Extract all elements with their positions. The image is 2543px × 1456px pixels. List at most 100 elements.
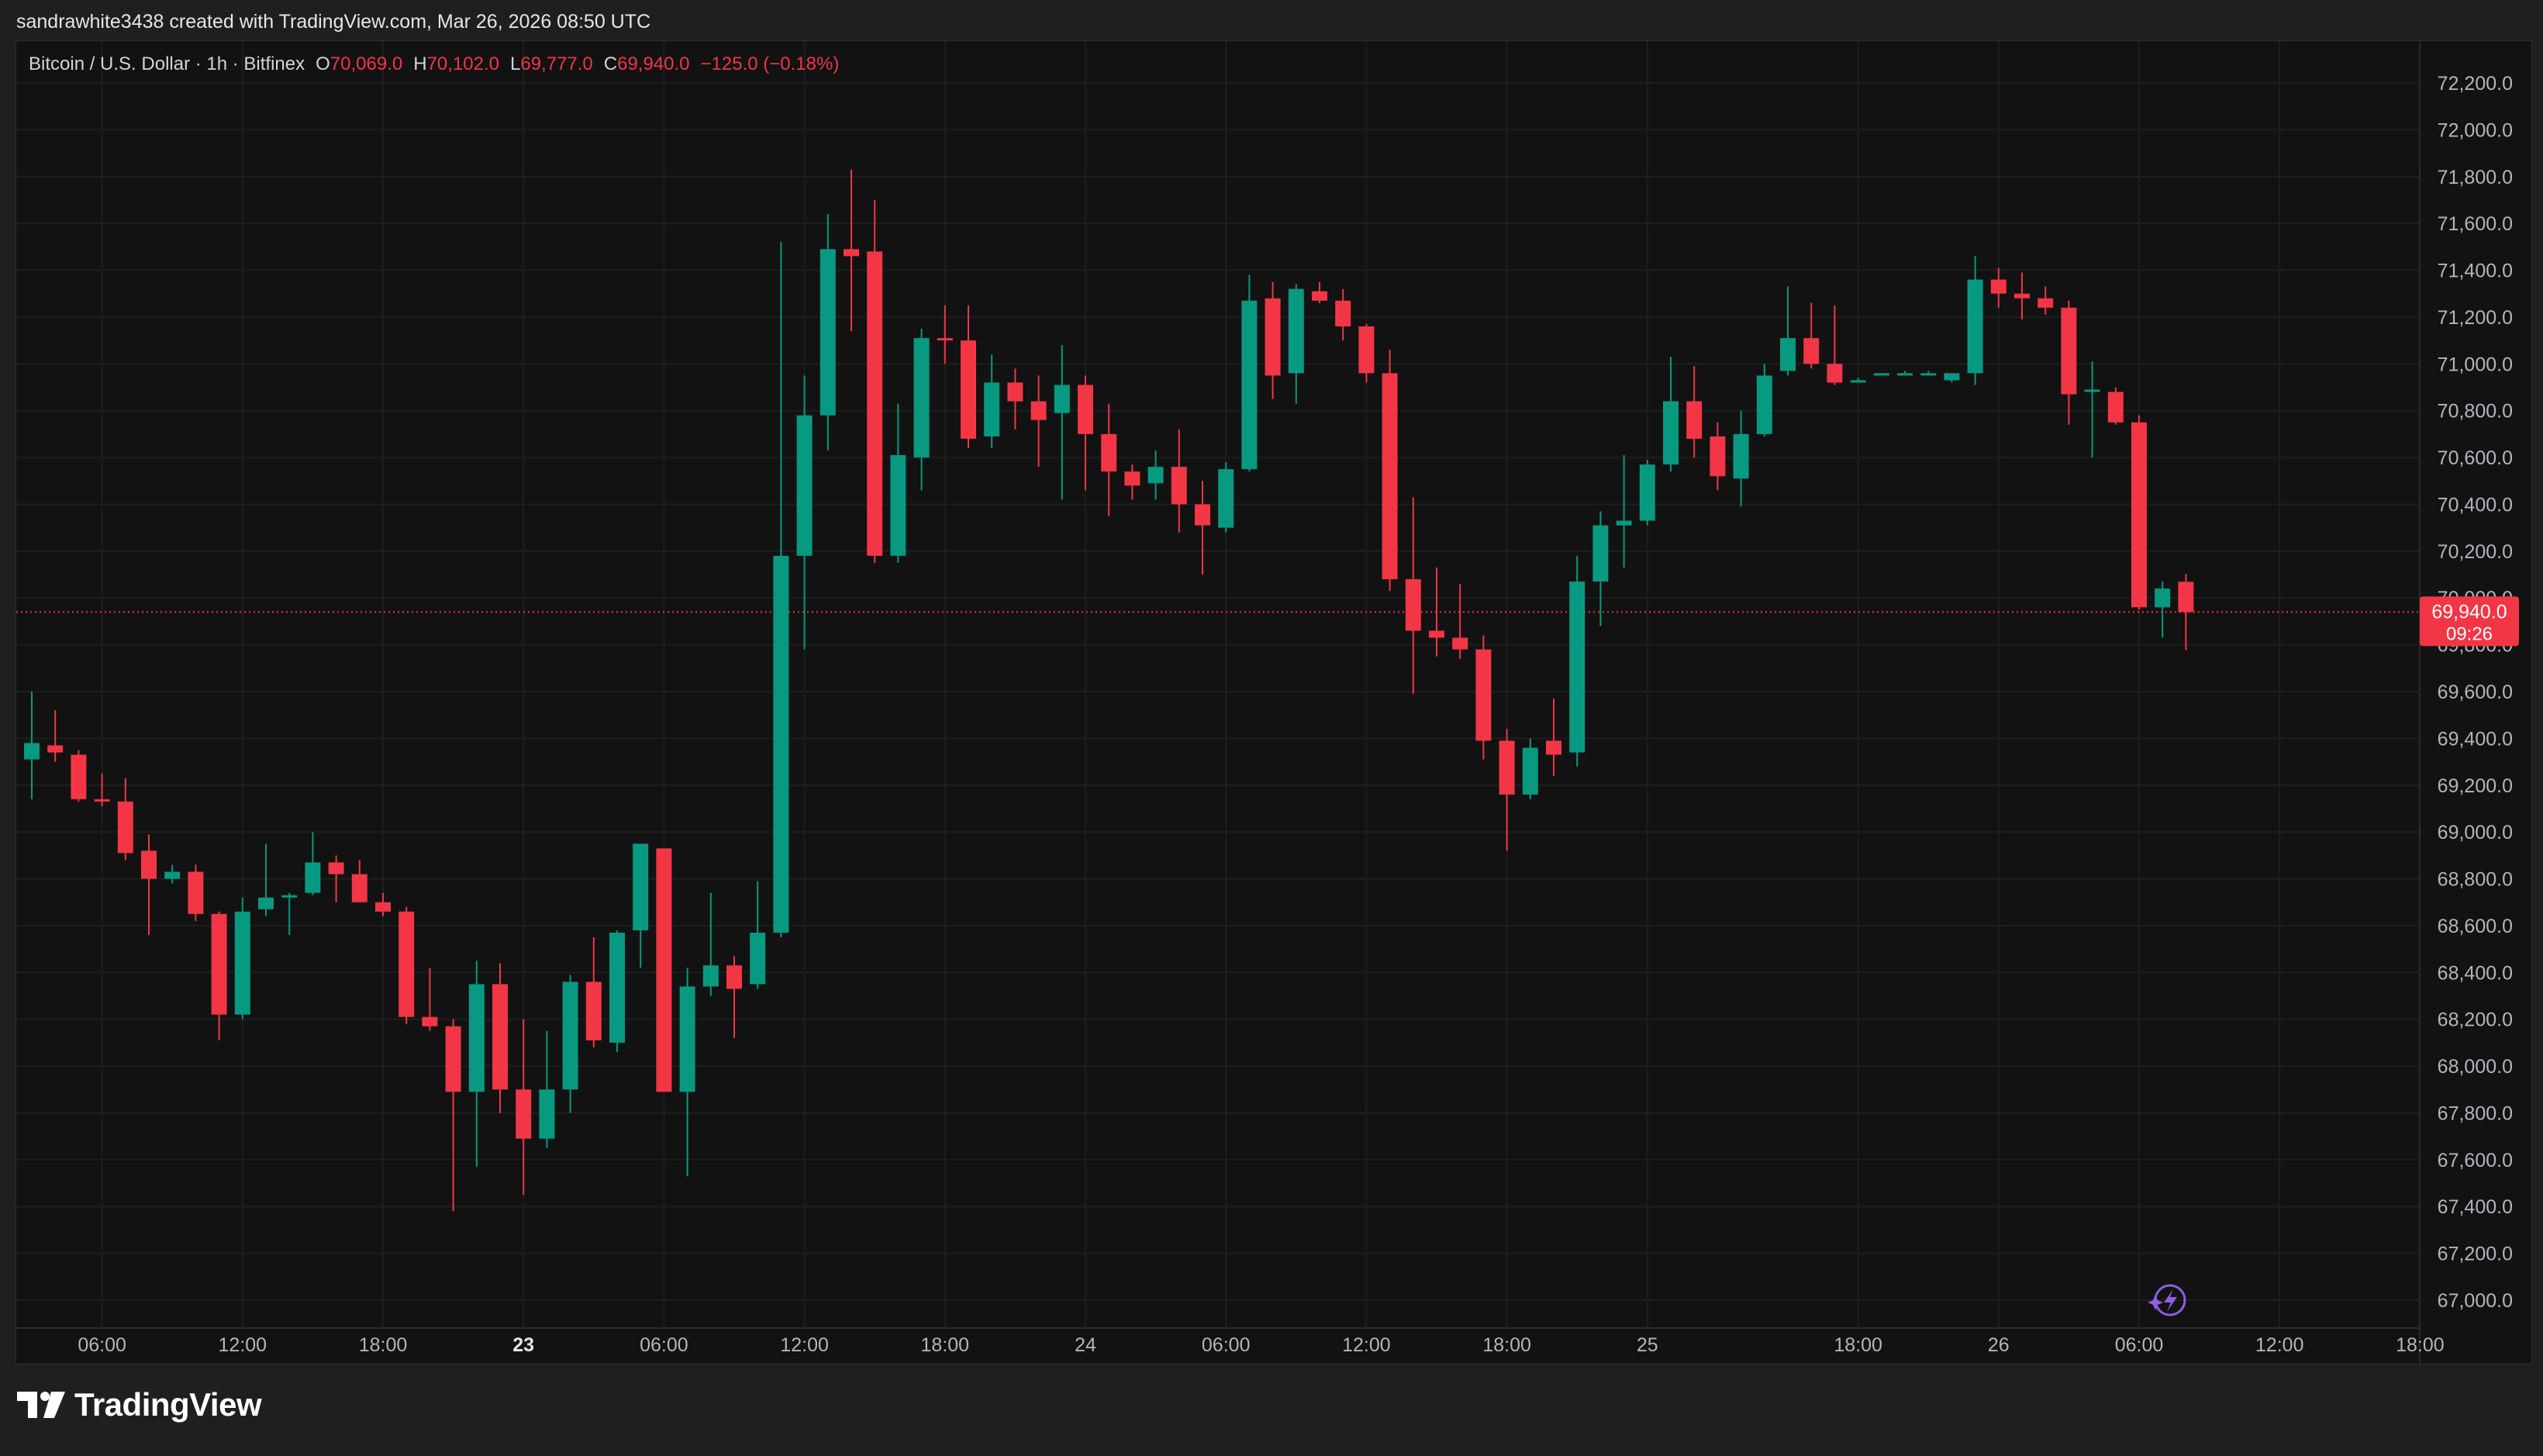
- candle[interactable]: [1663, 357, 1679, 472]
- candle[interactable]: [1124, 464, 1140, 500]
- candle[interactable]: [819, 214, 836, 451]
- candle[interactable]: [913, 329, 930, 491]
- candle[interactable]: [867, 199, 883, 563]
- candle[interactable]: [1475, 635, 1492, 760]
- candle[interactable]: [1007, 368, 1023, 430]
- candle[interactable]: [2014, 272, 2030, 319]
- candle[interactable]: [117, 778, 133, 861]
- candle[interactable]: [2155, 581, 2171, 638]
- candle[interactable]: [773, 242, 789, 938]
- candle[interactable]: [1850, 378, 1866, 383]
- candle[interactable]: [984, 354, 1000, 448]
- candle[interactable]: [188, 864, 204, 921]
- candle[interactable]: [2084, 361, 2100, 458]
- candle[interactable]: [1990, 267, 2006, 308]
- candle[interactable]: [258, 844, 274, 916]
- candle[interactable]: [1335, 288, 1351, 341]
- candle[interactable]: [1710, 422, 1726, 491]
- candle[interactable]: [702, 892, 719, 996]
- candle[interactable]: [796, 375, 813, 650]
- candle[interactable]: [961, 305, 976, 448]
- candle[interactable]: [1218, 462, 1234, 533]
- chart-pane[interactable]: 67,000.0 67,200.0 67,400.0 67,600.0 67,800.0…: [16, 40, 2532, 1365]
- candle-body: [1920, 373, 1937, 376]
- candle[interactable]: [1546, 699, 1561, 776]
- candle-body: [1288, 288, 1304, 374]
- candle[interactable]: [1780, 286, 1796, 376]
- candle[interactable]: [1078, 375, 1093, 491]
- candle[interactable]: [1897, 371, 1913, 376]
- candle[interactable]: [211, 911, 227, 1040]
- candle[interactable]: [1920, 371, 1937, 376]
- candle[interactable]: [281, 892, 298, 935]
- candle[interactable]: [937, 305, 953, 364]
- candle[interactable]: [1358, 323, 1375, 383]
- candle[interactable]: [585, 937, 602, 1047]
- candle[interactable]: [1639, 460, 1655, 526]
- tradingview-logo[interactable]: TradingView: [17, 1386, 262, 1423]
- candle[interactable]: [1803, 302, 1820, 369]
- candle[interactable]: [305, 832, 321, 895]
- time-tick-label: 23: [512, 1334, 534, 1356]
- candle[interactable]: [47, 710, 64, 762]
- candle[interactable]: [539, 1030, 555, 1148]
- candle[interactable]: [1265, 281, 1281, 399]
- candle-body: [1312, 291, 1327, 301]
- candle[interactable]: [141, 834, 157, 935]
- candlestick-chart[interactable]: 67,000.0 67,200.0 67,400.0 67,600.0 67,800.0…: [16, 41, 2531, 1364]
- candle[interactable]: [399, 906, 415, 1024]
- candle-body: [1335, 300, 1351, 326]
- candle[interactable]: [1312, 281, 1327, 303]
- candle[interactable]: [1873, 373, 1889, 376]
- candle[interactable]: [2107, 387, 2124, 425]
- candle[interactable]: [351, 860, 367, 902]
- candle[interactable]: [71, 750, 87, 802]
- candle[interactable]: [1030, 375, 1047, 468]
- candle[interactable]: [679, 968, 695, 1176]
- candle[interactable]: [750, 881, 766, 989]
- candle[interactable]: [1241, 274, 1258, 472]
- candle[interactable]: [2061, 300, 2077, 425]
- candle[interactable]: [1101, 403, 1117, 516]
- candle-body: [1827, 364, 1843, 383]
- candle[interactable]: [234, 897, 250, 1020]
- candle[interactable]: [726, 956, 742, 1038]
- candle[interactable]: [468, 961, 485, 1167]
- close-label: C: [603, 53, 618, 74]
- candle[interactable]: [1592, 511, 1609, 626]
- candle[interactable]: [1382, 350, 1398, 592]
- candle[interactable]: [164, 864, 181, 884]
- candle[interactable]: [1054, 345, 1070, 500]
- symbol-title[interactable]: Bitcoin / U.S. Dollar · 1h · Bitfinex: [29, 53, 305, 75]
- candle[interactable]: [94, 773, 110, 806]
- candle-body: [164, 871, 181, 879]
- candle[interactable]: [609, 930, 625, 1052]
- candle[interactable]: [492, 963, 508, 1113]
- candle[interactable]: [656, 848, 672, 1092]
- candle[interactable]: [1733, 410, 1749, 507]
- candle[interactable]: [562, 975, 578, 1113]
- candle[interactable]: [2131, 415, 2147, 610]
- candle[interactable]: [1452, 584, 1468, 659]
- candle[interactable]: [1686, 366, 1703, 458]
- candle[interactable]: [633, 844, 649, 968]
- candle[interactable]: [1756, 364, 1772, 436]
- candle[interactable]: [1288, 284, 1304, 404]
- candle[interactable]: [1569, 555, 1585, 767]
- candle[interactable]: [1944, 373, 1960, 383]
- candle[interactable]: [375, 892, 391, 916]
- candle[interactable]: [445, 1019, 461, 1212]
- candle[interactable]: [516, 1019, 532, 1196]
- candle[interactable]: [1522, 738, 1538, 799]
- candle[interactable]: [844, 169, 859, 332]
- candle-body: [1171, 467, 1187, 505]
- candle[interactable]: [1171, 429, 1187, 533]
- candle[interactable]: [890, 403, 906, 563]
- candle[interactable]: [1967, 256, 1983, 385]
- candle[interactable]: [2038, 286, 2054, 315]
- candle[interactable]: [24, 692, 40, 799]
- candle[interactable]: [1405, 497, 1421, 695]
- candle-body: [328, 862, 344, 875]
- candle[interactable]: [422, 968, 438, 1031]
- candle[interactable]: [1195, 481, 1210, 575]
